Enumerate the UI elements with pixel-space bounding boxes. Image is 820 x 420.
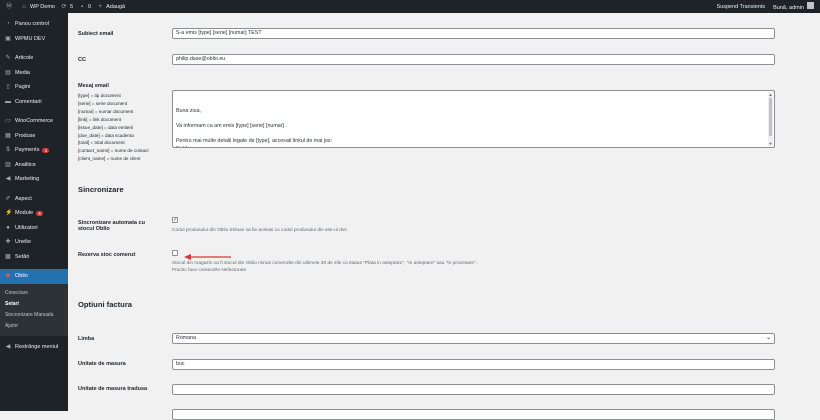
- scroll-up-icon[interactable]: ▲: [768, 92, 773, 97]
- menu-wpmu-dev[interactable]: ▣ WPMU DEV: [0, 32, 68, 47]
- placeholder-help-item: [due_date] = data scadenta: [78, 132, 134, 138]
- plugins-icon: ⚡: [5, 210, 13, 217]
- auto-sync-description: Codul produsului din Oblio trebuie sa fi…: [172, 228, 348, 233]
- unit-translated-input[interactable]: [172, 384, 775, 395]
- pages-icon: ▯: [6, 84, 10, 91]
- submenu-setari[interactable]: Setari: [0, 299, 68, 310]
- scrollbar-thumb[interactable]: [769, 98, 772, 136]
- settings-form: Subiect email S-a emis [type] [serie] [n…: [68, 13, 820, 420]
- menu-oblio[interactable]: ◉ Oblio: [0, 269, 68, 284]
- submenu-sincronizare-manuala[interactable]: Sincronizare Manuala: [0, 310, 68, 321]
- unit-label: Unitate de masura: [78, 361, 126, 367]
- oblio-icon: ◉: [5, 273, 11, 280]
- placeholder-help-item: [serie] = serie document: [78, 100, 128, 106]
- textarea-scrollbar[interactable]: ▲ ▼: [768, 92, 773, 146]
- plus-icon: +: [98, 3, 102, 10]
- suspend-transients-link[interactable]: Suspend Transients: [716, 4, 765, 10]
- reserve-stock-description: Stocul din magazin va fi stocul din Obli…: [172, 261, 478, 273]
- placeholder-help-item: [numar] = numar document: [78, 108, 134, 114]
- auto-sync-label: Sincronizare automata cu stocul Oblio: [78, 220, 145, 232]
- payments-icon: $: [6, 147, 10, 154]
- unit-translated-label: Unitate de masura tradusa: [78, 386, 148, 392]
- placeholder-help-item: [total] = total document: [78, 140, 125, 146]
- comment-icon: ▪: [80, 3, 84, 10]
- avatar: [807, 2, 814, 9]
- home-icon: ⌂: [22, 3, 26, 10]
- collapse-menu-button[interactable]: ◀ Restrânge meniul: [0, 340, 68, 355]
- menu-settings[interactable]: ▩ Setări: [0, 250, 68, 265]
- users-icon: ●: [6, 224, 10, 231]
- menu-tools[interactable]: ✚ Unelte: [0, 235, 68, 250]
- cc-label: CC: [78, 57, 86, 63]
- menu-products[interactable]: ▦ Produse: [0, 129, 68, 144]
- menu-comments[interactable]: ▬ Comentarii: [0, 95, 68, 110]
- wpmu-icon: ▣: [5, 35, 11, 42]
- submenu-conectare[interactable]: Conectare: [0, 288, 68, 299]
- placeholder-help-item: [link] = link document: [78, 116, 122, 122]
- new-content-link[interactable]: + Adaugă: [97, 4, 125, 10]
- language-select[interactable]: Romana ⌄: [172, 333, 775, 344]
- menu-appearance[interactable]: ✐ Aspect: [0, 192, 68, 207]
- invoice-options-heading: Optiuni factura: [78, 300, 133, 309]
- menu-users[interactable]: ● Utilizatori: [0, 221, 68, 236]
- unit-input[interactable]: buc: [172, 359, 775, 370]
- collapse-icon: ◀: [5, 343, 11, 350]
- admin-sidebar: ◔ Panou control ▣ WPMU DEV ✎ Articole ▤ Medi…: [0, 13, 68, 411]
- site-name-link[interactable]: ⌂ WP Demo: [21, 4, 55, 10]
- placeholder-help-item: [type] = tip document: [78, 93, 121, 98]
- menu-marketing[interactable]: ◀ Marketing: [0, 172, 68, 187]
- menu-analytics[interactable]: ▥ Analitice: [0, 158, 68, 173]
- pin-icon: ✎: [5, 55, 11, 62]
- appearance-icon: ✐: [5, 195, 11, 202]
- menu-dashboard[interactable]: ◔ Panou control: [0, 17, 68, 32]
- plugins-badge: 4: [36, 210, 44, 216]
- marketing-icon: ◀: [5, 176, 11, 183]
- oblio-submenu: Conectare Setari Sincronizare Manuala Aj…: [0, 283, 68, 336]
- subject-input[interactable]: S-a emis [type] [serie] [numar] TEST: [172, 28, 775, 39]
- menu-woocommerce[interactable]: ▭ WooCommerce: [0, 114, 68, 129]
- placeholder-help-item: [contact_name] = nume de contact: [78, 148, 149, 154]
- auto-sync-checkbox[interactable]: [172, 216, 178, 223]
- sync-heading: Sincronizare: [78, 185, 124, 194]
- language-label: Limba: [78, 336, 95, 342]
- menu-pages[interactable]: ▯ Pagini: [0, 80, 68, 95]
- menu-payments[interactable]: $ Payments 1: [0, 143, 68, 158]
- products-icon: ▦: [5, 132, 11, 139]
- payments-badge: 1: [42, 147, 50, 153]
- message-label: Mesaj email: [78, 83, 109, 89]
- placeholder-help-item: [issue_date] = data emiterii: [78, 124, 134, 130]
- message-text: Buna ziua, Va informam ca am emis [type]…: [176, 108, 333, 147]
- settings-icon: ▩: [5, 253, 11, 260]
- placeholder-help-list: [type] = tip document [serie] = serie do…: [78, 92, 149, 163]
- media-icon: ▤: [5, 69, 11, 76]
- wordpress-icon: Ⓦ: [6, 3, 13, 10]
- menu-plugins[interactable]: ⚡ Module 4: [0, 206, 68, 221]
- reserve-stock-label: Rezerva stoc comenzi: [78, 252, 136, 258]
- admin-bar: Ⓦ ⌂ WP Demo ⟳ 5 ▪ 0 + Adaugă Suspend Transie…: [0, 0, 820, 13]
- dashboard-icon: ◔: [6, 21, 10, 28]
- account-menu[interactable]: Bună, admin: [773, 2, 814, 11]
- submenu-ajutor[interactable]: Ajutor: [0, 321, 68, 332]
- subject-label: Subiect email: [78, 31, 114, 37]
- comments-link[interactable]: ▪ 0: [79, 4, 91, 10]
- reserve-stock-checkbox[interactable]: [172, 250, 178, 256]
- updates-link[interactable]: ⟳ 5: [61, 4, 73, 10]
- scroll-down-icon[interactable]: ▼: [768, 141, 773, 146]
- message-textarea[interactable]: Buna ziua, Va informam ca am emis [type]…: [172, 90, 775, 148]
- placeholder-help-item: [client_name] = nume de client: [78, 156, 141, 162]
- tools-icon: ✚: [5, 239, 11, 246]
- analytics-icon: ▥: [5, 161, 11, 168]
- menu-media[interactable]: ▤ Media: [0, 66, 68, 81]
- updates-icon: ⟳: [61, 3, 67, 10]
- comments-icon: ▬: [5, 98, 11, 105]
- wordpress-logo[interactable]: Ⓦ: [6, 4, 15, 10]
- cc-input[interactable]: philip.dase@oblio.eu: [172, 54, 775, 65]
- chevron-down-icon: ⌄: [765, 335, 771, 341]
- woocommerce-icon: ▭: [5, 118, 11, 125]
- menu-posts[interactable]: ✎ Articole: [0, 51, 68, 66]
